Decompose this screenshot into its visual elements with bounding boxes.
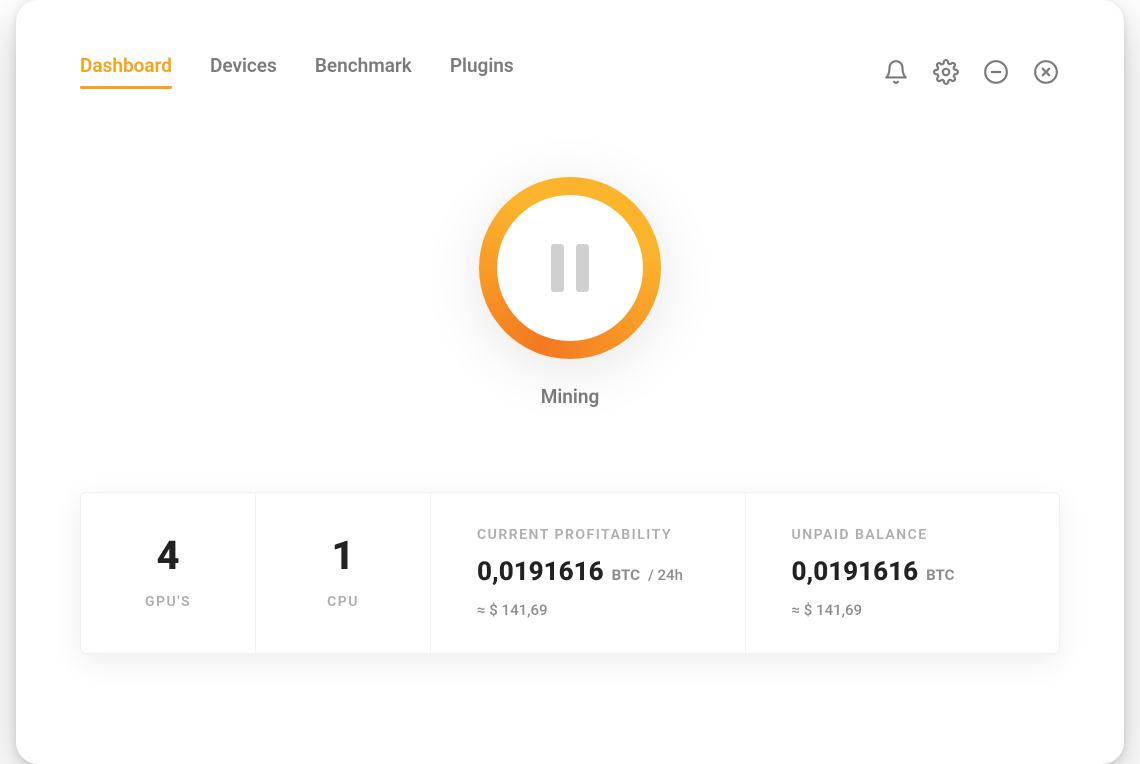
cpu-label: CPU — [327, 594, 359, 610]
balance-unit: BTC — [926, 566, 954, 584]
settings-button[interactable] — [932, 58, 960, 86]
balance-approx: ≈ $ 141,69 — [792, 601, 863, 619]
profitability-approx: ≈ $ 141,69 — [477, 601, 548, 619]
pause-icon — [551, 244, 589, 292]
notifications-button[interactable] — [882, 58, 910, 86]
window-actions — [882, 58, 1060, 86]
stats-row: 4 GPU'S 1 CPU CURRENT PROFITABILITY 0,01… — [80, 492, 1060, 654]
mining-control-area: Mining — [80, 177, 1060, 408]
mining-status-label: Mining — [541, 385, 600, 408]
balance-value-row: 0,0191616 BTC — [792, 557, 955, 587]
minimize-icon — [983, 59, 1009, 85]
app-window: Dashboard Devices Benchmark Plugins — [16, 0, 1124, 764]
close-button[interactable] — [1032, 58, 1060, 86]
balance-title: UNPAID BALANCE — [792, 527, 928, 543]
tab-benchmark[interactable]: Benchmark — [315, 54, 412, 89]
stat-balance: UNPAID BALANCE 0,0191616 BTC ≈ $ 141,69 — [746, 493, 1060, 653]
topbar: Dashboard Devices Benchmark Plugins — [80, 54, 1060, 89]
cpu-count: 1 — [331, 536, 354, 576]
gear-icon — [933, 59, 959, 85]
stat-gpus: 4 GPU'S — [81, 493, 256, 653]
profitability-unit: BTC — [612, 566, 640, 584]
gpu-count: 4 — [156, 536, 179, 576]
mining-inner — [497, 195, 643, 341]
profitability-amount: 0,0191616 — [477, 557, 604, 587]
profitability-title: CURRENT PROFITABILITY — [477, 527, 672, 543]
nav-tabs: Dashboard Devices Benchmark Plugins — [80, 54, 514, 89]
minimize-button[interactable] — [982, 58, 1010, 86]
mining-toggle-button[interactable] — [479, 177, 661, 359]
balance-amount: 0,0191616 — [792, 557, 919, 587]
tab-devices[interactable]: Devices — [210, 54, 277, 89]
close-icon — [1033, 59, 1059, 85]
tab-dashboard[interactable]: Dashboard — [80, 54, 172, 89]
profitability-value-row: 0,0191616 BTC / 24h — [477, 557, 683, 587]
bell-icon — [883, 59, 909, 85]
stat-cpu: 1 CPU — [256, 493, 431, 653]
profitability-per: / 24h — [648, 566, 683, 584]
stat-profitability: CURRENT PROFITABILITY 0,0191616 BTC / 24… — [431, 493, 746, 653]
gpu-label: GPU'S — [145, 594, 191, 610]
tab-plugins[interactable]: Plugins — [450, 54, 514, 89]
